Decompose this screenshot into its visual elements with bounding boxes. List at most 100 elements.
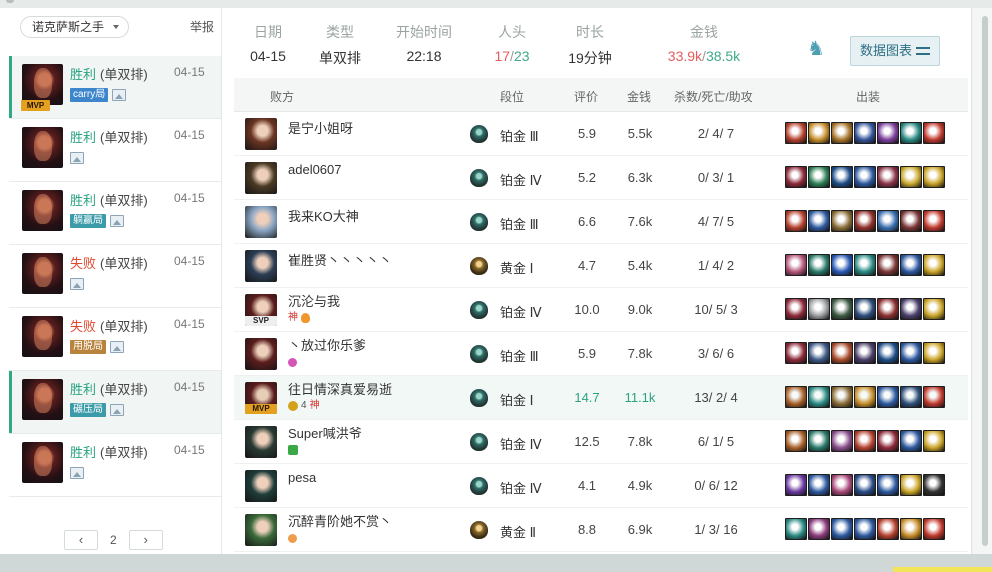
item-icon[interactable] <box>808 518 830 540</box>
table-row[interactable]: adel0607 铂金 Ⅳ 5.2 6.3k 0/ 3/ 1 <box>234 156 968 200</box>
item-icon[interactable] <box>831 298 853 320</box>
item-icon[interactable] <box>785 210 807 232</box>
item-icon[interactable] <box>900 518 922 540</box>
item-icon[interactable] <box>900 210 922 232</box>
player-name[interactable]: adel0607 <box>288 162 342 177</box>
item-icon[interactable] <box>785 122 807 144</box>
item-icon[interactable] <box>900 474 922 496</box>
item-icon[interactable] <box>808 474 830 496</box>
item-icon[interactable] <box>785 254 807 276</box>
item-icon[interactable] <box>808 166 830 188</box>
item-icon[interactable] <box>923 474 945 496</box>
item-icon[interactable] <box>808 210 830 232</box>
item-icon[interactable] <box>877 166 899 188</box>
screenshot-icon[interactable] <box>110 215 124 227</box>
screenshot-icon[interactable] <box>110 341 124 353</box>
item-icon[interactable] <box>877 298 899 320</box>
screenshot-icon[interactable] <box>110 404 124 416</box>
player-name[interactable]: 往日情深真爱易逝 <box>288 379 392 398</box>
item-icon[interactable] <box>831 386 853 408</box>
item-icon[interactable] <box>854 386 876 408</box>
item-icon[interactable] <box>854 254 876 276</box>
match-list-item[interactable]: 失败 (单双排) 04-15 <box>9 245 221 308</box>
item-icon[interactable] <box>854 166 876 188</box>
item-icon[interactable] <box>831 166 853 188</box>
item-icon[interactable] <box>877 122 899 144</box>
item-icon[interactable] <box>877 474 899 496</box>
item-icon[interactable] <box>854 342 876 364</box>
player-name[interactable]: 是宁小姐呀 <box>288 118 353 137</box>
item-icon[interactable] <box>877 430 899 452</box>
match-list-item[interactable]: 失败 (单双排) 04-15 用脱局 <box>9 308 221 371</box>
item-icon[interactable] <box>877 342 899 364</box>
item-icon[interactable] <box>831 430 853 452</box>
item-icon[interactable] <box>877 254 899 276</box>
item-icon[interactable] <box>808 342 830 364</box>
item-icon[interactable] <box>831 342 853 364</box>
item-icon[interactable] <box>900 342 922 364</box>
item-icon[interactable] <box>900 298 922 320</box>
player-name[interactable]: 丶放过你乐爹 <box>288 335 366 354</box>
item-icon[interactable] <box>900 254 922 276</box>
report-link[interactable]: 举报 <box>190 18 214 35</box>
item-icon[interactable] <box>854 298 876 320</box>
item-icon[interactable] <box>854 474 876 496</box>
item-icon[interactable] <box>923 254 945 276</box>
item-icon[interactable] <box>923 342 945 364</box>
next-page-button[interactable]: › <box>128 530 163 550</box>
player-name[interactable]: 崔胜贤丶丶丶丶丶 <box>288 250 392 269</box>
table-row[interactable]: 沉醉青阶她不赏丶 黄金 Ⅱ 8.8 6.9k 1/ 3/ 16 <box>234 508 968 552</box>
item-icon[interactable] <box>923 430 945 452</box>
item-icon[interactable] <box>877 386 899 408</box>
player-name[interactable]: 我来KO大神 <box>288 206 359 225</box>
player-name[interactable]: Super喊洪爷 <box>288 423 362 442</box>
item-icon[interactable] <box>854 430 876 452</box>
item-icon[interactable] <box>831 122 853 144</box>
prev-page-button[interactable]: ‹ <box>64 530 98 550</box>
item-icon[interactable] <box>923 386 945 408</box>
item-icon[interactable] <box>785 386 807 408</box>
table-row[interactable]: Super喊洪爷 铂金 Ⅳ 12.5 7.8k 6/ 1/ 5 <box>234 420 968 464</box>
item-icon[interactable] <box>785 342 807 364</box>
match-list-item[interactable]: 胜利 (单双排) 04-15 碾压局 <box>9 371 221 434</box>
champion-select[interactable]: 诺克萨斯之手 <box>20 16 130 38</box>
item-icon[interactable] <box>785 430 807 452</box>
item-icon[interactable] <box>900 122 922 144</box>
item-icon[interactable] <box>785 166 807 188</box>
match-list-item[interactable]: 胜利 (单双排) 04-15 <box>9 434 221 497</box>
item-icon[interactable] <box>785 518 807 540</box>
item-icon[interactable] <box>831 210 853 232</box>
item-icon[interactable] <box>900 430 922 452</box>
item-icon[interactable] <box>831 518 853 540</box>
match-list-item[interactable]: 胜利 (单双排) 04-15 <box>9 119 221 182</box>
screenshot-icon[interactable] <box>70 278 84 290</box>
item-icon[interactable] <box>854 518 876 540</box>
table-row[interactable]: MVP 往日情深真爱易逝 4 神 铂金 Ⅰ 14.7 11.1k 13/ 2/ 4 <box>234 376 968 420</box>
vertical-scrollbar[interactable] <box>982 16 988 546</box>
item-icon[interactable] <box>785 474 807 496</box>
item-icon[interactable] <box>900 386 922 408</box>
table-row[interactable]: 是宁小姐呀 铂金 Ⅲ 5.9 5.5k 2/ 4/ 7 <box>234 112 968 156</box>
player-name[interactable]: 沉醉青阶她不赏丶 <box>288 511 392 530</box>
player-name[interactable]: 沉沦与我 <box>288 291 340 310</box>
match-list-item[interactable]: MVP 胜利 (单双排) 04-15 carry局 <box>9 56 221 119</box>
screenshot-icon[interactable] <box>112 89 127 101</box>
item-icon[interactable] <box>854 122 876 144</box>
item-icon[interactable] <box>831 474 853 496</box>
item-icon[interactable] <box>877 518 899 540</box>
item-icon[interactable] <box>808 386 830 408</box>
screenshot-icon[interactable] <box>70 467 84 479</box>
item-icon[interactable] <box>877 210 899 232</box>
table-row[interactable]: 丶放过你乐爹 铂金 Ⅲ 5.9 7.8k 3/ 6/ 6 <box>234 332 968 376</box>
item-icon[interactable] <box>831 254 853 276</box>
screenshot-icon[interactable] <box>70 152 84 164</box>
item-icon[interactable] <box>808 254 830 276</box>
table-row[interactable]: SVP 沉沦与我神 铂金 Ⅳ 10.0 9.0k 10/ 5/ 3 <box>234 288 968 332</box>
item-icon[interactable] <box>923 166 945 188</box>
table-row[interactable]: 我来KO大神 铂金 Ⅲ 6.6 7.6k 4/ 7/ 5 <box>234 200 968 244</box>
item-icon[interactable] <box>923 122 945 144</box>
item-icon[interactable] <box>854 210 876 232</box>
match-list-item[interactable]: 胜利 (单双排) 04-15 躺赢局 <box>9 182 221 245</box>
player-name[interactable]: pesa <box>288 470 316 485</box>
item-icon[interactable] <box>923 298 945 320</box>
